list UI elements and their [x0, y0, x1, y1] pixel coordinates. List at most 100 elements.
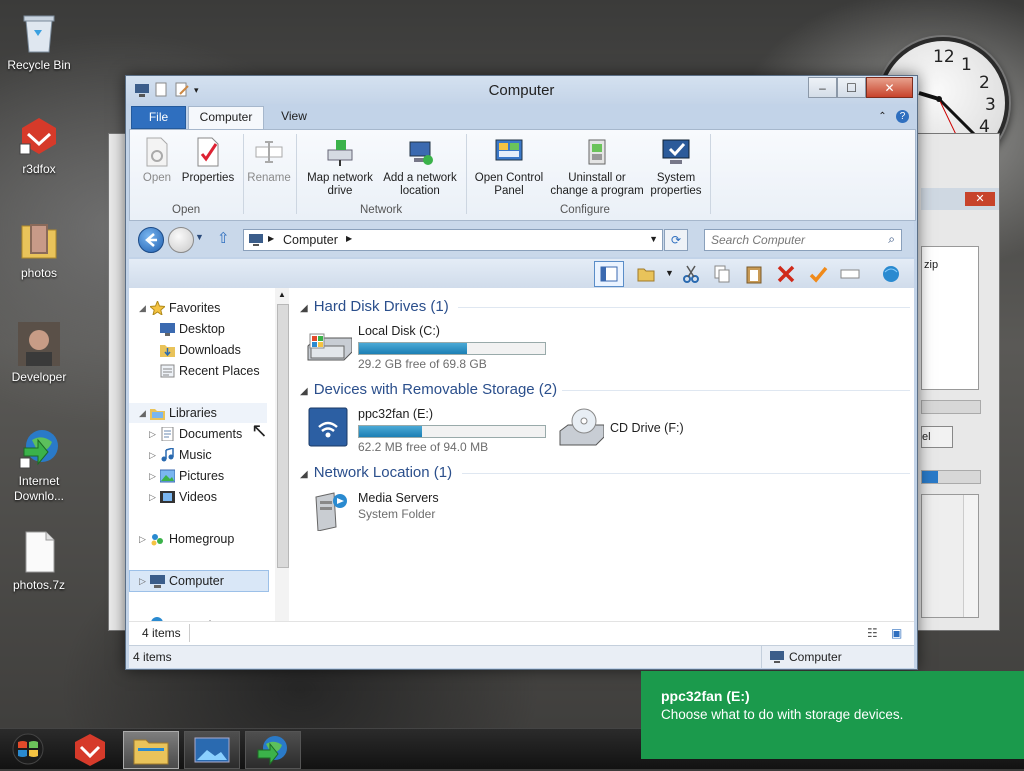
- expand-toggle-icon[interactable]: ▷: [149, 424, 156, 444]
- computer-small-icon: [249, 234, 263, 246]
- open-control-panel-button[interactable]: Open Control Panel: [470, 136, 548, 198]
- group-divider: [458, 307, 910, 308]
- desktop-icon-photos[interactable]: photos: [0, 218, 78, 281]
- add-network-location-button[interactable]: Add a network location: [380, 136, 460, 198]
- taskbar-photo-viewer[interactable]: [184, 731, 240, 769]
- help-icon[interactable]: ?: [896, 110, 909, 123]
- navigation-pane[interactable]: ◢ Favorites Desktop Downloads Recent Pla…: [129, 288, 293, 644]
- tab-computer[interactable]: Computer: [188, 106, 264, 130]
- tab-view[interactable]: View: [269, 106, 319, 127]
- nav-desktop[interactable]: Desktop: [129, 319, 267, 339]
- recycle-bin-icon: [18, 10, 60, 54]
- address-dropdown-icon[interactable]: ▼: [649, 234, 658, 244]
- nav-scrollbar[interactable]: ▲ ▼: [275, 288, 289, 644]
- title-bar[interactable]: ▾ Computer ‒ ☐ ✕: [126, 76, 917, 104]
- expand-toggle-icon[interactable]: ▷: [139, 529, 146, 549]
- properties-check-icon[interactable]: [808, 264, 828, 284]
- open-button[interactable]: Open: [138, 136, 176, 185]
- system-properties-button[interactable]: System properties: [646, 136, 706, 198]
- nav-documents[interactable]: ▷ Documents: [129, 424, 267, 444]
- content-pane[interactable]: ◢ Hard Disk Drives (1) Local Disk (C:) 29…: [292, 288, 914, 644]
- nav-libraries[interactable]: ◢ Libraries: [129, 403, 267, 423]
- group-header-network-location[interactable]: ◢ Network Location (1): [300, 464, 452, 481]
- taskbar-r3dfox[interactable]: [62, 731, 118, 769]
- nav-pictures[interactable]: ▷ Pictures: [129, 466, 267, 486]
- folder-icon: [133, 739, 169, 765]
- desktop-icon-developer[interactable]: Developer: [0, 322, 78, 385]
- dropdown-chevron-icon[interactable]: ▼: [665, 268, 674, 278]
- nav-computer[interactable]: ▷ Computer: [129, 570, 269, 592]
- expand-toggle-icon[interactable]: ▷: [149, 445, 156, 465]
- scroll-up-icon[interactable]: ▲: [278, 290, 286, 299]
- drive-local-disk-c[interactable]: Local Disk (C:) 29.2 GB free of 69.8 GB: [306, 324, 566, 372]
- close-button[interactable]: ✕: [866, 77, 913, 98]
- rename-label: Rename: [247, 172, 291, 184]
- new-folder-icon[interactable]: [636, 264, 656, 284]
- maximize-button[interactable]: ☐: [837, 77, 866, 98]
- large-icons-view-icon[interactable]: ▣: [891, 626, 902, 640]
- computer-small-icon: [770, 651, 784, 663]
- uninstall-program-button[interactable]: Uninstall or change a program: [548, 136, 646, 198]
- search-icon[interactable]: ⌕: [888, 232, 895, 247]
- nav-homegroup[interactable]: ▷ Homegroup: [129, 529, 267, 549]
- rename-small-icon[interactable]: [840, 264, 860, 284]
- minimize-button[interactable]: ‒: [808, 77, 837, 98]
- explorer-window[interactable]: ▾ Computer ‒ ☐ ✕ File Computer View ⌃ ? …: [125, 75, 918, 670]
- tab-file[interactable]: File: [131, 106, 186, 129]
- star-icon: [148, 299, 167, 317]
- collapse-toggle-icon[interactable]: ◢: [300, 303, 308, 314]
- refresh-button[interactable]: ⟳: [664, 229, 688, 251]
- expand-toggle-icon[interactable]: ◢: [139, 403, 146, 423]
- forward-button[interactable]: [168, 227, 194, 253]
- group-header-hard-disk[interactable]: ◢ Hard Disk Drives (1): [300, 298, 449, 315]
- rename-button[interactable]: Rename: [246, 136, 292, 185]
- recent-locations-dropdown-icon[interactable]: ▼: [195, 232, 204, 242]
- system-properties-label: System properties: [650, 172, 702, 197]
- expand-toggle-icon[interactable]: ◢: [139, 298, 146, 318]
- taskbar-internet-download-manager[interactable]: [245, 731, 301, 769]
- expand-toggle-icon[interactable]: ▷: [139, 571, 146, 591]
- copy-icon[interactable]: [712, 264, 732, 284]
- scroll-thumb[interactable]: [277, 304, 289, 568]
- expand-toggle-icon[interactable]: ▷: [149, 487, 156, 507]
- nav-recent-places[interactable]: Recent Places: [129, 361, 267, 381]
- desktop-icon-internet-download-manager[interactable]: Internet Downlo...: [0, 426, 78, 504]
- properties-button[interactable]: Properties: [178, 136, 238, 185]
- paste-icon[interactable]: [744, 264, 764, 284]
- drive-ppc32fan-e[interactable]: ppc32fan (E:) 62.2 MB free of 94.0 MB: [306, 407, 566, 455]
- close-icon[interactable]: ✕: [965, 192, 995, 206]
- expand-toggle-icon[interactable]: ▷: [149, 466, 156, 486]
- desktop-icon-r3dfox[interactable]: r3dfox: [0, 114, 78, 177]
- media-servers[interactable]: Media Servers System Folder: [306, 491, 506, 539]
- view-globe-icon[interactable]: [881, 264, 901, 284]
- nav-videos[interactable]: ▷ Videos: [129, 487, 267, 507]
- start-button[interactable]: [6, 732, 50, 766]
- nav-favorites[interactable]: ◢ Favorites: [129, 298, 267, 318]
- preview-pane-button[interactable]: [594, 261, 624, 287]
- nav-music[interactable]: ▷ Music: [129, 445, 267, 465]
- delete-icon[interactable]: [776, 264, 796, 284]
- ribbon-collapse-icon[interactable]: ⌃: [876, 110, 889, 123]
- collapse-toggle-icon[interactable]: ◢: [300, 469, 308, 480]
- breadcrumb-chevron-icon[interactable]: ▶: [268, 234, 274, 243]
- back-button[interactable]: [138, 227, 164, 253]
- breadcrumb-computer[interactable]: Computer: [283, 233, 338, 247]
- desktop-icon-photos-7z[interactable]: photos.7z: [0, 530, 78, 593]
- drive-cd-drive-f[interactable]: CD Drive (F:): [558, 407, 758, 455]
- drive-free-space: 29.2 GB free of 69.8 GB: [358, 357, 487, 371]
- address-bar[interactable]: ▶ Computer ▶ ▼: [243, 229, 663, 251]
- autoplay-notification[interactable]: ppc32fan (E:) Choose what to do with sto…: [641, 671, 1024, 759]
- nav-downloads[interactable]: Downloads: [129, 340, 267, 360]
- taskbar-file-explorer[interactable]: [123, 731, 179, 769]
- map-network-drive-button[interactable]: Map network drive: [302, 136, 378, 198]
- breadcrumb-chevron-icon[interactable]: ▶: [346, 234, 352, 243]
- search-box[interactable]: Search Computer ⌕: [704, 229, 902, 251]
- collapse-toggle-icon[interactable]: ◢: [300, 386, 308, 397]
- details-view-icon[interactable]: ☷: [867, 626, 878, 640]
- desktop-icon-recycle-bin[interactable]: Recycle Bin: [0, 10, 78, 73]
- up-arrow-icon[interactable]: ⇧: [217, 229, 230, 247]
- group-network-label: Network: [360, 204, 403, 216]
- group-header-removable[interactable]: ◢ Devices with Removable Storage (2): [300, 381, 557, 398]
- background-button[interactable]: el: [921, 426, 953, 448]
- cut-icon[interactable]: [681, 264, 701, 284]
